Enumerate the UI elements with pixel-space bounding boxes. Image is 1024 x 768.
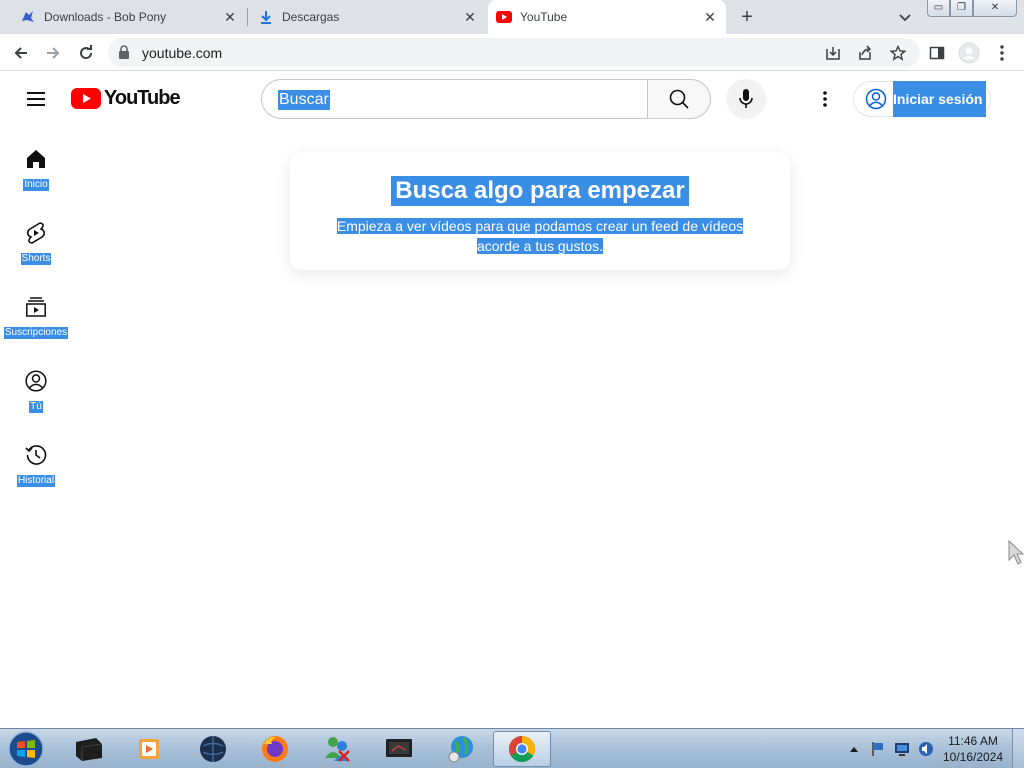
- sidebar-item-label: Inicio: [23, 179, 49, 191]
- tab-strip: Downloads - Bob Pony ✕ Descargas ✕ YouTu…: [0, 0, 1024, 34]
- voice-search-button[interactable]: [726, 79, 766, 119]
- download-icon: [258, 9, 274, 25]
- account-icon: [865, 88, 887, 110]
- share-icon[interactable]: [856, 44, 874, 62]
- tab-youtube[interactable]: YouTube ✕: [488, 0, 726, 34]
- forward-button[interactable]: [42, 42, 64, 64]
- empty-feed-card: Busca algo para empezar Empieza a ver ví…: [290, 152, 790, 270]
- sidebar-item-tu[interactable]: Tú: [0, 349, 72, 423]
- windows-orb-icon: [8, 731, 44, 767]
- tab-title: Descargas: [282, 10, 340, 24]
- tab-separator: [247, 8, 248, 26]
- messenger-app-icon: [325, 737, 350, 762]
- youtube-header: YouTube Buscar Iniciar sesión: [0, 71, 1024, 127]
- network-globe-app-icon: [448, 736, 473, 763]
- action-center-flag-icon[interactable]: [869, 740, 887, 758]
- you-icon: [24, 369, 48, 393]
- profile-avatar-icon[interactable]: [958, 42, 980, 64]
- minimize-button[interactable]: ▭: [927, 0, 950, 17]
- tab-search-chevron-icon[interactable]: [896, 8, 914, 26]
- taskbar-clock[interactable]: 11:46 AM 10/16/2024: [938, 733, 1008, 765]
- system-tray: [842, 729, 938, 768]
- guide-menu-icon[interactable]: [24, 87, 48, 111]
- lock-icon[interactable]: [118, 45, 130, 64]
- close-tab-icon[interactable]: ✕: [702, 9, 718, 25]
- url-text: youtube.com: [142, 45, 223, 61]
- youtube-logo-icon: [71, 88, 101, 109]
- restore-button[interactable]: ❐: [950, 0, 973, 17]
- clock-date: 10/16/2024: [942, 750, 1004, 764]
- sidebar-item-inicio[interactable]: Inicio: [0, 127, 72, 201]
- address-bar[interactable]: youtube.com: [108, 38, 920, 67]
- home-icon: [24, 147, 48, 171]
- media-player-app-icon: [139, 739, 159, 759]
- new-tab-button[interactable]: +: [736, 6, 758, 28]
- sidebar-item-historial[interactable]: Historial: [0, 423, 72, 497]
- sign-in-button[interactable]: Iniciar sesión: [853, 81, 991, 117]
- taskbar-chrome-app[interactable]: [493, 731, 551, 767]
- close-tab-icon[interactable]: ✕: [222, 9, 238, 25]
- taskbar-media-player-app[interactable]: [120, 731, 178, 767]
- windows-taskbar: 11:46 AM 10/16/2024: [0, 728, 1024, 768]
- taskbar-dark-globe-app[interactable]: [184, 731, 242, 767]
- network-monitor-icon[interactable]: [893, 740, 911, 758]
- side-panel-icon[interactable]: [926, 42, 948, 64]
- sidebar-item-label: Historial: [16, 475, 56, 487]
- sidebar-item-label: Suscripciones: [3, 327, 69, 339]
- taskbar-network-globe-app[interactable]: [432, 731, 490, 767]
- tab-title: YouTube: [520, 10, 568, 24]
- empty-feed-description-text: Empieza a ver vídeos para que podamos cr…: [336, 218, 744, 254]
- reload-button[interactable]: [75, 42, 97, 64]
- shorts-icon: [24, 221, 48, 245]
- sidebar-item-suscripciones[interactable]: Suscripciones: [0, 275, 72, 349]
- close-window-button[interactable]: ✕: [973, 0, 1017, 17]
- bob-pony-icon: [20, 9, 36, 25]
- search-button[interactable]: [647, 79, 711, 119]
- subscriptions-icon: [24, 295, 48, 319]
- reload-icon: [80, 45, 93, 60]
- youtube-logo[interactable]: YouTube: [71, 87, 181, 110]
- back-button[interactable]: [10, 42, 32, 64]
- window-controls: ▭ ❐ ✕: [927, 0, 1017, 18]
- taskbar-terminal-app[interactable]: [60, 731, 118, 767]
- mouse-cursor-icon: [1008, 540, 1024, 565]
- empty-feed-description: Empieza a ver vídeos para que podamos cr…: [335, 216, 745, 256]
- close-tab-icon[interactable]: ✕: [462, 9, 478, 25]
- logo-wordmark: YouTube: [104, 87, 181, 109]
- show-desktop-button[interactable]: [1012, 729, 1024, 768]
- back-arrow-icon: [14, 47, 27, 59]
- tab-descargas[interactable]: Descargas ✕: [250, 0, 486, 34]
- taskbar-messenger-app[interactable]: [308, 731, 366, 767]
- search-placeholder: Buscar: [278, 90, 330, 110]
- chrome-menu-icon[interactable]: [991, 42, 1013, 64]
- forward-arrow-icon: [47, 47, 60, 59]
- search-icon: [669, 89, 689, 109]
- empty-feed-title: Busca algo para empezar: [391, 176, 689, 206]
- sign-in-label: Iniciar sesión: [893, 81, 987, 117]
- tab-title: Downloads - Bob Pony: [44, 10, 167, 24]
- terminal-app-icon: [76, 738, 103, 761]
- browser-toolbar: youtube.com: [0, 34, 1024, 71]
- history-icon: [24, 443, 48, 467]
- chrome-app-icon: [508, 735, 536, 763]
- settings-more-icon[interactable]: [813, 87, 837, 111]
- taskbar-firefox-app[interactable]: [246, 731, 304, 767]
- volume-icon[interactable]: [917, 740, 935, 758]
- install-app-icon[interactable]: [824, 44, 842, 62]
- taskbar-monitor-app[interactable]: [370, 731, 428, 767]
- firefox-app-icon: [262, 736, 288, 762]
- dark-globe-app-icon: [200, 736, 226, 762]
- microphone-icon: [739, 89, 753, 108]
- sidebar-item-label: Shorts: [20, 253, 52, 265]
- tab-downloads-bob-pony[interactable]: Downloads - Bob Pony ✕: [12, 0, 246, 34]
- youtube-icon: [496, 9, 512, 25]
- sidebar-item-label: Tú: [29, 401, 43, 413]
- clock-time: 11:46 AM: [948, 734, 998, 748]
- monitor-app-icon: [386, 739, 412, 757]
- show-hidden-icons-chevron-icon[interactable]: [845, 740, 863, 758]
- start-button[interactable]: [6, 730, 46, 768]
- bookmark-star-icon[interactable]: [889, 44, 907, 62]
- search-input[interactable]: Buscar: [261, 79, 648, 119]
- sidebar-item-shorts[interactable]: Shorts: [0, 201, 72, 275]
